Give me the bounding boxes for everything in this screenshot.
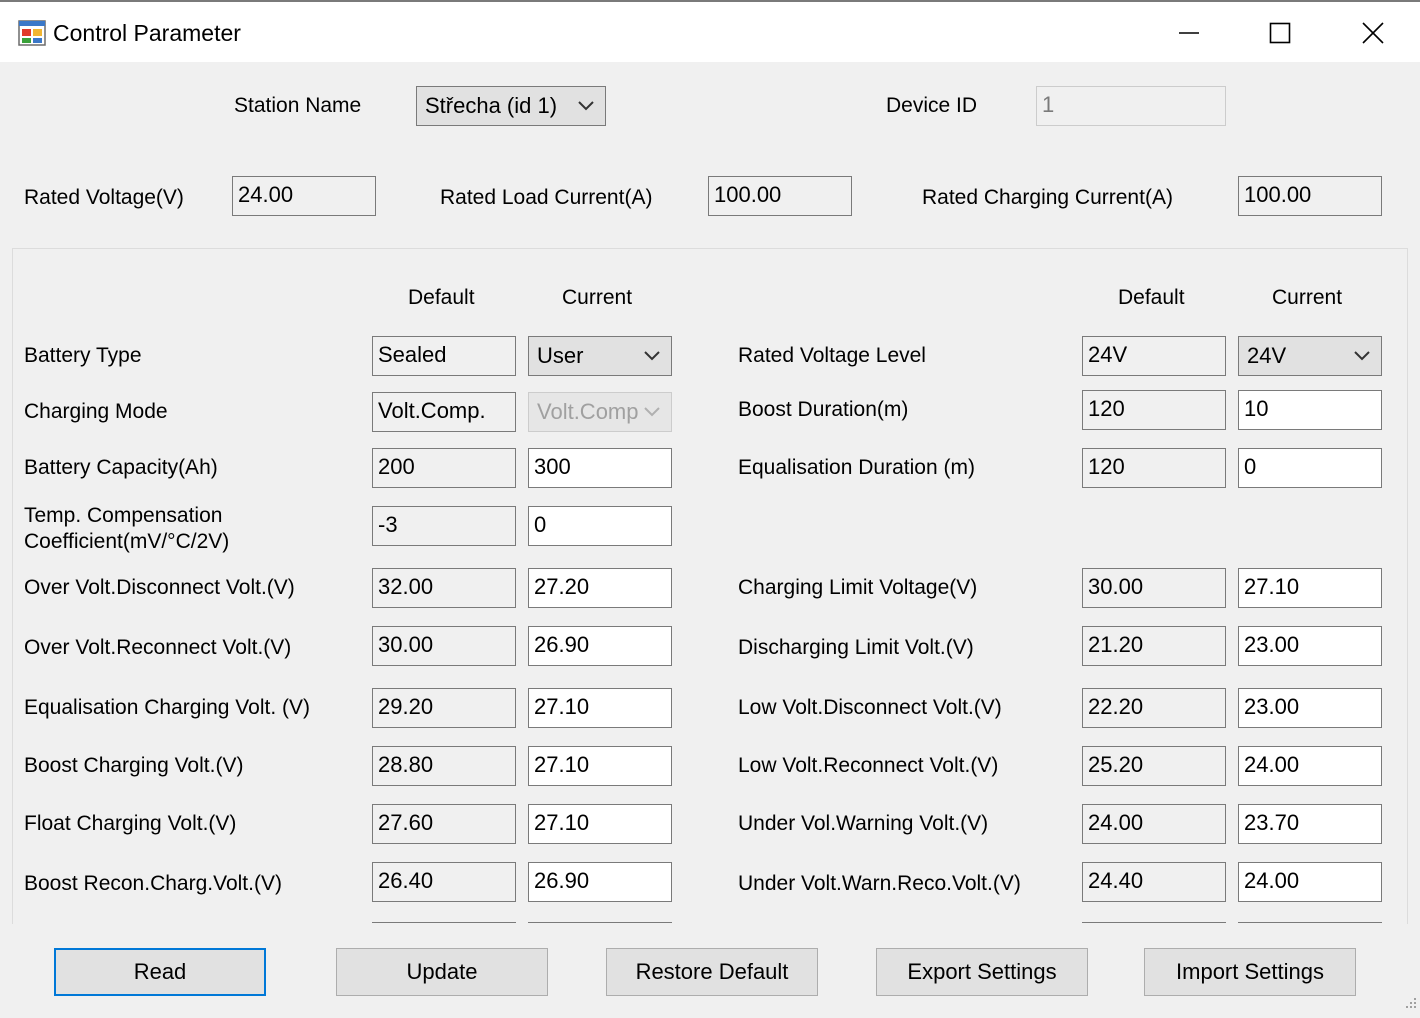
under-volt-warn-reco-default[interactable]: 24.40 — [1082, 862, 1226, 902]
rated-voltage-level-default[interactable]: 24V — [1082, 336, 1226, 376]
window-title: Control Parameter — [53, 20, 241, 46]
clipped-field-edge — [1238, 922, 1382, 926]
rated-voltage-level-label: Rated Voltage Level — [738, 344, 926, 367]
export-settings-button[interactable]: Export Settings — [876, 948, 1088, 996]
temp-compensation-default[interactable]: -3 — [372, 506, 516, 546]
over-volt-disconnect-default[interactable]: 32.00 — [372, 568, 516, 608]
battery-type-label: Battery Type — [24, 344, 142, 367]
temp-compensation-label-line1: Temp. Compensation — [24, 504, 223, 527]
under-vol-warning-current[interactable]: 23.70 — [1238, 804, 1382, 844]
float-charging-label: Float Charging Volt.(V) — [24, 812, 237, 835]
under-vol-warning-label: Under Vol.Warning Volt.(V) — [738, 812, 989, 835]
boost-recon-charg-label: Boost Recon.Charg.Volt.(V) — [24, 872, 282, 895]
battery-type-select[interactable]: User — [528, 336, 672, 376]
temp-compensation-current[interactable]: 0 — [528, 506, 672, 546]
boost-duration-default[interactable]: 120 — [1082, 390, 1226, 430]
rated-load-current-label: Rated Load Current(A) — [440, 186, 653, 209]
discharging-limit-label: Discharging Limit Volt.(V) — [738, 636, 974, 659]
rated-voltage-label: Rated Voltage(V) — [24, 186, 184, 209]
equalisation-charging-default[interactable]: 29.20 — [372, 688, 516, 728]
battery-capacity-current[interactable]: 300 — [528, 448, 672, 488]
battery-capacity-label: Battery Capacity(Ah) — [24, 456, 218, 479]
battery-type-default[interactable]: Sealed — [372, 336, 516, 376]
rated-voltage-level-select[interactable]: 24V — [1238, 336, 1382, 376]
low-volt-reconnect-current[interactable]: 24.00 — [1238, 746, 1382, 786]
right-current-header: Current — [1272, 286, 1343, 309]
charging-mode-default[interactable]: Volt.Comp. — [372, 392, 516, 432]
float-charging-current[interactable]: 27.10 — [528, 804, 672, 844]
over-volt-reconnect-label: Over Volt.Reconnect Volt.(V) — [24, 636, 292, 659]
charging-limit-voltage-label: Charging Limit Voltage(V) — [738, 576, 978, 599]
float-charging-default[interactable]: 27.60 — [372, 804, 516, 844]
charging-mode-select[interactable]: Volt.Comp — [528, 392, 672, 432]
left-default-header: Default — [408, 286, 475, 309]
chevron-down-icon — [1354, 351, 1370, 361]
rated-voltage-field[interactable]: 24.00 — [232, 176, 376, 216]
rated-load-current-field[interactable]: 100.00 — [708, 176, 852, 216]
restore-default-button[interactable]: Restore Default — [606, 948, 818, 996]
battery-type-current: User — [537, 343, 584, 368]
equalisation-charging-label: Equalisation Charging Volt. (V) — [24, 696, 310, 719]
minimize-icon — [1179, 32, 1199, 34]
boost-recon-charg-current[interactable]: 26.90 — [528, 862, 672, 902]
over-volt-disconnect-label: Over Volt.Disconnect Volt.(V) — [24, 576, 295, 599]
close-icon — [1362, 22, 1384, 44]
right-default-header: Default — [1118, 286, 1185, 309]
over-volt-disconnect-current[interactable]: 27.20 — [528, 568, 672, 608]
update-button[interactable]: Update — [336, 948, 548, 996]
title-bar: Control Parameter — [0, 0, 1420, 62]
battery-capacity-default[interactable]: 200 — [372, 448, 516, 488]
maximize-icon — [1269, 22, 1291, 44]
station-name-label: Station Name — [234, 94, 362, 117]
equalisation-duration-default[interactable]: 120 — [1082, 448, 1226, 488]
low-volt-disconnect-default[interactable]: 22.20 — [1082, 688, 1226, 728]
station-name-value: Střecha (id 1) — [425, 93, 558, 118]
equalisation-duration-current[interactable]: 0 — [1238, 448, 1382, 488]
chevron-down-icon — [644, 407, 660, 417]
boost-charging-current[interactable]: 27.10 — [528, 746, 672, 786]
charging-limit-voltage-current[interactable]: 27.10 — [1238, 568, 1382, 608]
close-button[interactable] — [1327, 4, 1419, 62]
chevron-down-icon — [644, 351, 660, 361]
low-volt-reconnect-default[interactable]: 25.20 — [1082, 746, 1226, 786]
boost-duration-label: Boost Duration(m) — [738, 398, 909, 421]
over-volt-reconnect-current[interactable]: 26.90 — [528, 626, 672, 666]
device-id-field[interactable]: 1 — [1036, 86, 1226, 126]
maximize-button[interactable] — [1234, 4, 1326, 62]
charging-limit-voltage-default[interactable]: 30.00 — [1082, 568, 1226, 608]
rated-charging-current-field[interactable]: 100.00 — [1238, 176, 1382, 216]
device-id-label: Device ID — [886, 94, 978, 117]
temp-compensation-label-line2: Coefficient(mV/°C/2V) — [24, 530, 230, 553]
left-current-header: Current — [562, 286, 633, 309]
low-volt-disconnect-current[interactable]: 23.00 — [1238, 688, 1382, 728]
over-volt-reconnect-default[interactable]: 30.00 — [372, 626, 516, 666]
low-volt-disconnect-label: Low Volt.Disconnect Volt.(V) — [738, 696, 1002, 719]
resize-grip-icon[interactable] — [1400, 996, 1418, 1014]
clipped-field-edge — [528, 922, 672, 926]
equalisation-charging-current[interactable]: 27.10 — [528, 688, 672, 728]
low-volt-reconnect-label: Low Volt.Reconnect Volt.(V) — [738, 754, 999, 777]
discharging-limit-current[interactable]: 23.00 — [1238, 626, 1382, 666]
boost-recon-charg-default[interactable]: 26.40 — [372, 862, 516, 902]
clipped-field-edge — [1082, 922, 1226, 926]
import-settings-button[interactable]: Import Settings — [1144, 948, 1356, 996]
clipped-field-edge — [372, 922, 516, 926]
boost-charging-default[interactable]: 28.80 — [372, 746, 516, 786]
under-vol-warning-default[interactable]: 24.00 — [1082, 804, 1226, 844]
discharging-limit-default[interactable]: 21.20 — [1082, 626, 1226, 666]
rated-charging-current-label: Rated Charging Current(A) — [922, 186, 1173, 209]
app-icon — [18, 20, 46, 46]
equalisation-duration-label: Equalisation Duration (m) — [738, 456, 975, 479]
charging-mode-current: Volt.Comp — [537, 399, 639, 424]
read-button[interactable]: Read — [54, 948, 266, 996]
chevron-down-icon — [578, 101, 594, 111]
boost-charging-label: Boost Charging Volt.(V) — [24, 754, 244, 777]
under-volt-warn-reco-label: Under Volt.Warn.Reco.Volt.(V) — [738, 872, 1021, 895]
charging-mode-label: Charging Mode — [24, 400, 168, 423]
under-volt-warn-reco-current[interactable]: 24.00 — [1238, 862, 1382, 902]
boost-duration-current[interactable]: 10 — [1238, 390, 1382, 430]
minimize-button[interactable] — [1143, 4, 1235, 62]
station-name-select[interactable]: Střecha (id 1) — [416, 86, 606, 126]
rated-voltage-level-current: 24V — [1247, 343, 1287, 368]
